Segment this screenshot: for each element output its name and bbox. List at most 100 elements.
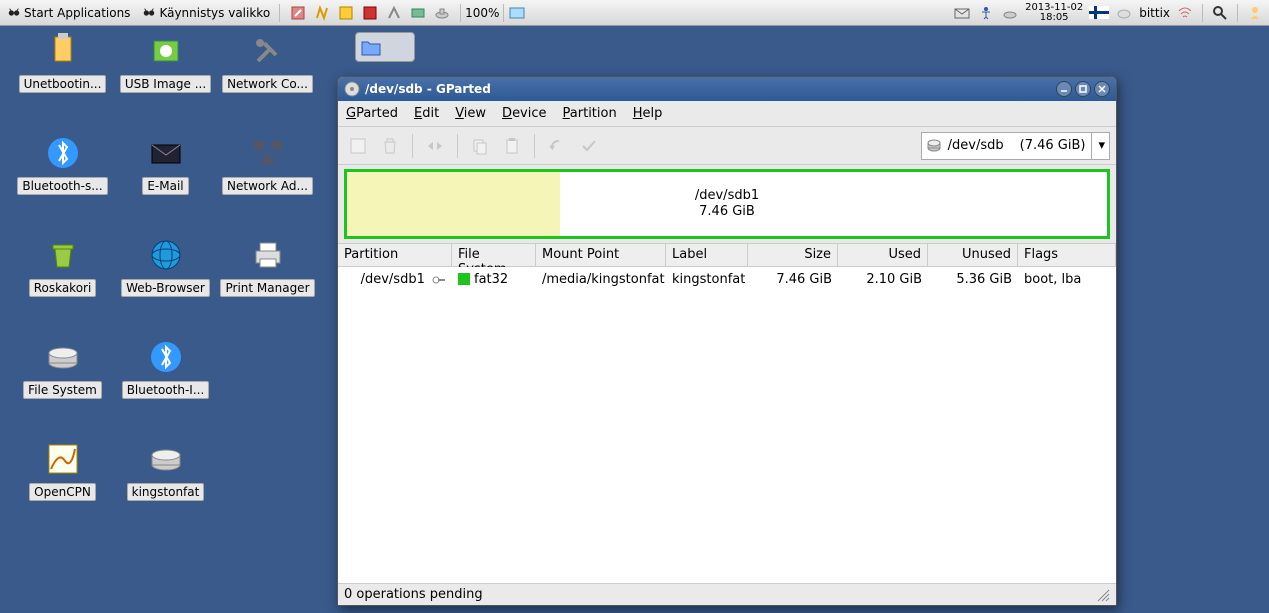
- ant-icon: [7, 6, 21, 20]
- device-size: (7.46 GiB): [1020, 138, 1086, 153]
- desktop-icon[interactable]: USB Image ...: [118, 31, 213, 97]
- copy-button[interactable]: [466, 132, 494, 160]
- titlebar[interactable]: /dev/sdb - GParted: [338, 77, 1116, 101]
- taskbar: Start Applications Käynnistys valikko 10…: [0, 0, 1269, 26]
- new-button[interactable]: [344, 132, 372, 160]
- disk-icon: [926, 138, 942, 154]
- resize-button[interactable]: [421, 132, 449, 160]
- fs-color-swatch: [458, 273, 470, 285]
- toolbar: /dev/sdb (7.46 GiB) ▾: [338, 127, 1116, 165]
- accessibility-icon[interactable]: [977, 4, 995, 22]
- menubar: GParted Edit View Device Partition Help: [338, 101, 1116, 127]
- chart-icon: [43, 439, 83, 479]
- desktop-icon[interactable]: Network Ad...: [220, 133, 315, 199]
- device-name: /dev/sdb: [948, 138, 1004, 153]
- disk-icon[interactable]: [1001, 4, 1019, 22]
- desktop-icon[interactable]: kingstonfat: [118, 439, 213, 505]
- table-row[interactable]: /dev/sdb1 fat32 /media/kingstonfat kings…: [338, 267, 1116, 291]
- lock-icon: [432, 274, 446, 284]
- col-mountpoint[interactable]: Mount Point: [536, 244, 666, 266]
- start-menu-fi[interactable]: Käynnistys valikko: [137, 4, 275, 22]
- desktop-icon-label: Network Ad...: [222, 177, 313, 195]
- col-size[interactable]: Size: [748, 244, 838, 266]
- desktop-icon-label: OpenCPN: [29, 483, 96, 501]
- partition-map-label: /dev/sdb1 7.46 GiB: [695, 188, 759, 220]
- col-label[interactable]: Label: [666, 244, 748, 266]
- desktop-icon-label: Unetbootin...: [19, 75, 107, 93]
- row-partition: /dev/sdb1: [361, 272, 425, 287]
- desktop-icon[interactable]: Roskakori: [15, 235, 110, 301]
- desktop-icon[interactable]: Network Co...: [220, 31, 315, 97]
- tray-app-icon[interactable]: [409, 4, 427, 22]
- desktop-icon[interactable]: File System: [15, 337, 110, 403]
- col-flags[interactable]: Flags: [1018, 244, 1116, 266]
- tray-app-icon[interactable]: [361, 4, 379, 22]
- desktop[interactable]: Unetbootin... USB Image ...Network Co... B…: [0, 26, 1269, 613]
- resize-grip-icon[interactable]: [1096, 588, 1110, 602]
- desktop-icon-label: Bluetooth-s...: [17, 177, 107, 195]
- col-unused[interactable]: Unused: [928, 244, 1018, 266]
- search-icon[interactable]: [1211, 4, 1229, 22]
- desktop-icon-label: Roskakori: [29, 279, 97, 297]
- partition-map[interactable]: /dev/sdb1 7.46 GiB: [344, 169, 1110, 239]
- file-manager-window[interactable]: [355, 32, 415, 62]
- menu-help[interactable]: Help: [633, 106, 663, 121]
- desktop-icon[interactable]: OpenCPN: [15, 439, 110, 505]
- close-button[interactable]: [1094, 81, 1110, 97]
- desktop-icon-label: Bluetooth-I...: [122, 381, 210, 399]
- partition-table[interactable]: /dev/sdb1 fat32 /media/kingstonfat kings…: [338, 267, 1116, 583]
- menu-view[interactable]: View: [455, 106, 486, 121]
- row-label: kingstonfat: [666, 269, 748, 290]
- mail-icon[interactable]: [953, 4, 971, 22]
- desktop-icon[interactable]: Bluetooth-s...: [15, 133, 110, 199]
- disk-icon: [43, 337, 83, 377]
- usb2-icon: [146, 31, 186, 71]
- logout-icon[interactable]: [1246, 4, 1264, 22]
- gparted-icon: [344, 81, 360, 97]
- tray-app-icon[interactable]: [337, 4, 355, 22]
- tray-app-icon[interactable]: [433, 4, 451, 22]
- tray-app-icon[interactable]: [313, 4, 331, 22]
- row-fs: fat32: [474, 272, 508, 287]
- device-selector[interactable]: /dev/sdb (7.46 GiB) ▾: [921, 132, 1110, 160]
- undo-button[interactable]: [543, 132, 571, 160]
- desktop-icon[interactable]: Unetbootin...: [15, 31, 110, 97]
- paste-button[interactable]: [498, 132, 526, 160]
- menu-edit[interactable]: Edit: [414, 106, 439, 121]
- menu-partition[interactable]: Partition: [563, 106, 617, 121]
- desktop-icon-label: Web-Browser: [121, 279, 210, 297]
- desktop-icon[interactable]: Bluetooth-I...: [118, 337, 213, 403]
- taskbar-window-button[interactable]: [508, 4, 526, 22]
- battery-percent[interactable]: 100%: [465, 6, 499, 20]
- desktop-icon-label: Print Manager: [220, 279, 314, 297]
- start-applications-menu[interactable]: Start Applications: [2, 4, 135, 22]
- delete-button[interactable]: [376, 132, 404, 160]
- clock[interactable]: 2013-11-02 18:05: [1025, 3, 1083, 23]
- tools-icon: [248, 31, 288, 71]
- menu-gparted[interactable]: GParted: [346, 106, 398, 121]
- col-filesystem[interactable]: File System: [452, 244, 536, 266]
- tray-app-icon[interactable]: [289, 4, 307, 22]
- desktop-icon-label: File System: [23, 381, 102, 399]
- col-used[interactable]: Used: [838, 244, 928, 266]
- desktop-icon-label: E-Mail: [142, 177, 188, 195]
- maximize-button[interactable]: [1075, 81, 1091, 97]
- desktop-icon[interactable]: Web-Browser: [118, 235, 213, 301]
- user-label[interactable]: bittix: [1139, 6, 1170, 20]
- minimize-button[interactable]: [1056, 81, 1072, 97]
- menu-device[interactable]: Device: [502, 106, 546, 121]
- mail-icon: [146, 133, 186, 173]
- desktop-icon[interactable]: E-Mail: [118, 133, 213, 199]
- apply-button[interactable]: [575, 132, 603, 160]
- desktop-icon[interactable]: Print Manager: [220, 235, 315, 301]
- clock-time: 18:05: [1025, 13, 1083, 23]
- flag-finland-icon[interactable]: [1089, 6, 1109, 19]
- col-partition[interactable]: Partition: [338, 244, 452, 266]
- weather-icon[interactable]: [1115, 4, 1133, 22]
- wifi-icon[interactable]: [1176, 4, 1194, 22]
- tray-app-icon[interactable]: [385, 4, 403, 22]
- row-mount: /media/kingstonfat: [536, 269, 666, 290]
- desktop-icon-label: kingstonfat: [127, 483, 205, 501]
- start-menu-fi-label: Käynnistys valikko: [159, 6, 270, 20]
- partition-used-fill: [347, 172, 560, 236]
